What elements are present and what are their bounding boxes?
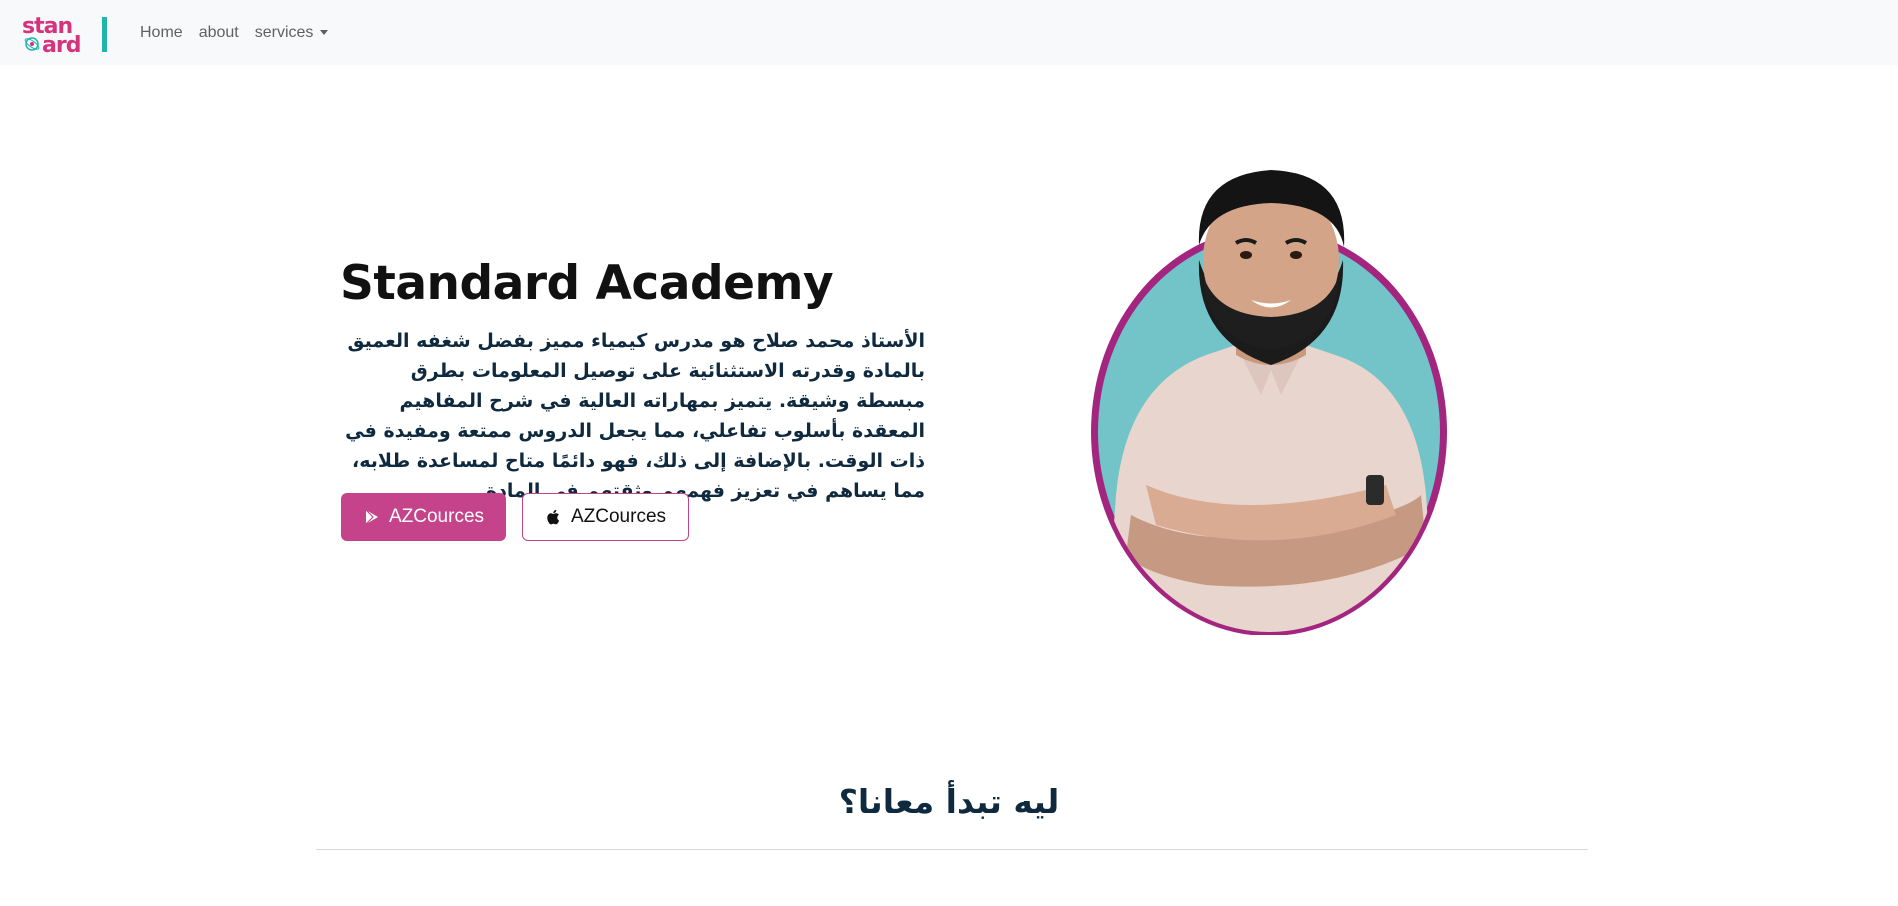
google-play-button-label: AZCources <box>388 506 485 527</box>
teacher-portrait <box>1091 170 1447 635</box>
section-divider <box>316 849 1588 850</box>
navbar: stan ard Home about services <box>0 0 1898 65</box>
section-title-why-us: ليه تبدأ معانا؟ <box>838 782 1060 821</box>
nav-link-home[interactable]: Home <box>140 24 183 42</box>
google-play-icon <box>365 509 378 525</box>
hero-description: الأستاذ محمد صلاح هو مدرس كيمياء مميز بف… <box>345 330 925 502</box>
nav-dropdown-services-label: services <box>254 23 314 41</box>
hero-title: Standard Academy <box>340 256 834 311</box>
google-play-button[interactable]: AZCources <box>341 493 506 541</box>
svg-text:ard: ard <box>42 33 80 55</box>
caret-down-icon <box>320 30 329 35</box>
nav-dropdown-services[interactable]: services <box>255 24 329 42</box>
app-store-button[interactable]: AZCources <box>522 493 689 541</box>
app-store-button-label: AZCources <box>570 506 667 527</box>
standard-logo[interactable]: stan ard <box>20 11 110 55</box>
apple-icon <box>547 509 560 525</box>
nav-link-about[interactable]: about <box>199 24 239 42</box>
